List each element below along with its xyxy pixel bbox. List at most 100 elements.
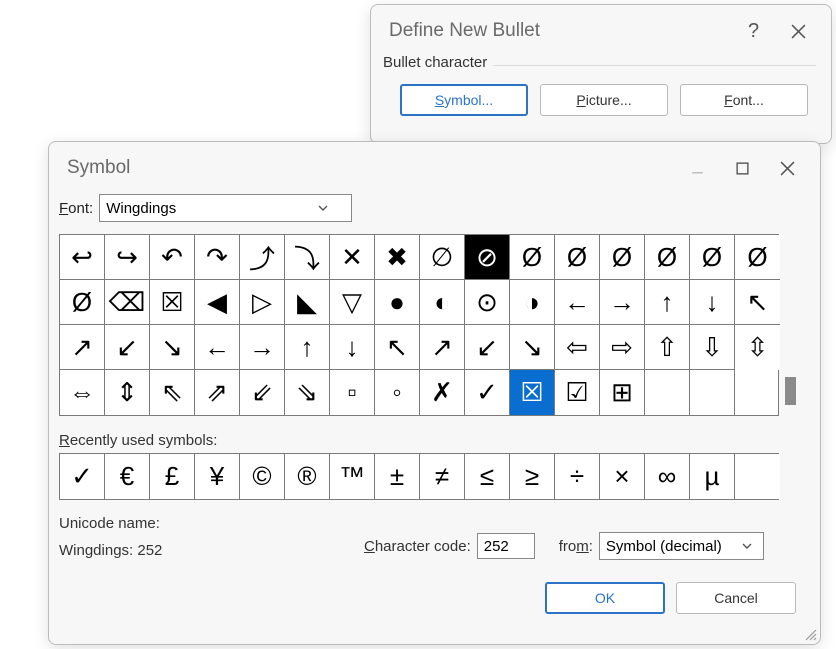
symbol-cell[interactable] <box>690 370 735 415</box>
symbol-cell[interactable]: ✗ <box>420 370 465 415</box>
resize-grip-icon[interactable] <box>803 627 817 641</box>
symbol-cell[interactable]: ⇖ <box>150 370 195 415</box>
bullet-close-button[interactable] <box>776 11 821 51</box>
bullet-help-button[interactable]: ? <box>731 11 776 51</box>
symbol-grid[interactable]: ↩↪↶↷⤴⤵✕✖∅⊘ØØØØØØØ⌫☒◀▷◣▽●◐⊙◑←→↑↓↖↗↙↘←→↑↓↖… <box>60 235 778 415</box>
recent-symbol-cell[interactable]: £ <box>150 454 195 499</box>
symbol-cell[interactable]: ⇔ <box>60 370 105 415</box>
symbol-close-button[interactable] <box>765 148 810 188</box>
symbol-cell[interactable]: ↗ <box>60 325 105 370</box>
symbol-cell[interactable]: ⇩ <box>690 325 735 370</box>
symbol-cell[interactable]: ⇧ <box>645 325 690 370</box>
symbol-cell[interactable]: ⇕ <box>105 370 150 415</box>
symbol-cell[interactable]: ⊘ <box>465 235 510 280</box>
symbol-cell[interactable]: ↘ <box>510 325 555 370</box>
symbol-cell[interactable]: ↙ <box>105 325 150 370</box>
symbol-cell[interactable]: ↩ <box>60 235 105 280</box>
symbol-cell[interactable]: ▫ <box>330 370 375 415</box>
symbol-minimize-button[interactable] <box>675 148 720 188</box>
symbol-cell[interactable]: ◀ <box>195 280 240 325</box>
symbol-button[interactable]: Symbol... <box>400 84 528 116</box>
ok-button[interactable]: OK <box>545 582 665 614</box>
symbol-cell[interactable]: ↶ <box>150 235 195 280</box>
symbol-cell[interactable]: ● <box>375 280 420 325</box>
symbol-cell[interactable]: ⊞ <box>600 370 645 415</box>
chevron-down-icon[interactable] <box>735 533 759 559</box>
recent-symbol-cell[interactable]: © <box>240 454 285 499</box>
cancel-button[interactable]: Cancel <box>676 582 796 614</box>
symbol-cell[interactable]: Ø <box>555 235 600 280</box>
symbol-cell[interactable]: ↙ <box>465 325 510 370</box>
symbol-cell[interactable]: ▽ <box>330 280 375 325</box>
symbol-cell[interactable]: ↖ <box>735 280 780 325</box>
symbol-cell[interactable]: → <box>240 325 285 370</box>
symbol-cell[interactable]: ⤴ <box>240 235 285 280</box>
symbol-cell[interactable] <box>645 370 690 415</box>
font-combo[interactable] <box>99 194 352 222</box>
symbol-grid-scrollthumb[interactable] <box>785 377 796 405</box>
recent-symbol-cell[interactable] <box>735 454 780 499</box>
symbol-cell[interactable]: ⊙ <box>465 280 510 325</box>
symbol-cell[interactable]: → <box>600 280 645 325</box>
symbol-cell[interactable]: ◣ <box>285 280 330 325</box>
symbol-cell[interactable]: Ø <box>510 235 555 280</box>
recent-symbol-cell[interactable]: ® <box>285 454 330 499</box>
symbol-cell[interactable]: Ø <box>600 235 645 280</box>
font-combo-input[interactable] <box>100 195 311 221</box>
recent-symbol-cell[interactable]: ≠ <box>420 454 465 499</box>
symbol-cell[interactable]: ← <box>555 280 600 325</box>
symbol-cell[interactable]: ⇙ <box>240 370 285 415</box>
symbol-cell[interactable]: ✖ <box>375 235 420 280</box>
symbol-cell[interactable]: ✓ <box>465 370 510 415</box>
symbol-cell[interactable]: ☒ <box>510 370 555 415</box>
symbol-cell[interactable]: ↗ <box>420 325 465 370</box>
symbol-cell[interactable]: Ø <box>690 235 735 280</box>
symbol-cell[interactable]: ⇘ <box>285 370 330 415</box>
symbol-cell[interactable]: ↑ <box>285 325 330 370</box>
symbol-cell[interactable]: ← <box>195 325 240 370</box>
chevron-down-icon[interactable] <box>311 195 335 221</box>
recent-symbols-grid[interactable]: ✓€£¥©®™±≠≤≥÷×∞µ <box>59 453 779 500</box>
picture-button[interactable]: Picture... <box>540 84 668 116</box>
symbol-cell[interactable]: ✕ <box>330 235 375 280</box>
symbol-cell[interactable]: ⤵ <box>285 235 330 280</box>
symbol-cell[interactable]: ⇗ <box>195 370 240 415</box>
from-combo[interactable] <box>599 532 764 560</box>
recent-symbol-cell[interactable]: ¥ <box>195 454 240 499</box>
recent-symbol-cell[interactable]: ± <box>375 454 420 499</box>
recent-symbol-cell[interactable]: µ <box>690 454 735 499</box>
recent-symbol-cell[interactable]: ∞ <box>645 454 690 499</box>
symbol-cell[interactable]: Ø <box>735 235 780 280</box>
from-combo-input[interactable] <box>600 533 735 559</box>
symbol-cell[interactable]: ∅ <box>420 235 465 280</box>
symbol-cell[interactable]: ↘ <box>150 325 195 370</box>
symbol-cell[interactable]: ↪ <box>105 235 150 280</box>
symbol-cell[interactable]: ↓ <box>690 280 735 325</box>
symbol-cell[interactable]: ⇦ <box>555 325 600 370</box>
recent-symbol-cell[interactable]: ≤ <box>465 454 510 499</box>
symbol-cell[interactable]: ⌫ <box>105 280 150 325</box>
symbol-cell[interactable]: ⇨ <box>600 325 645 370</box>
recent-symbol-cell[interactable]: ✓ <box>60 454 105 499</box>
symbol-cell[interactable]: ↑ <box>645 280 690 325</box>
symbol-maximize-button[interactable] <box>720 148 765 188</box>
symbol-cell[interactable]: Ø <box>645 235 690 280</box>
symbol-cell[interactable]: Ø <box>60 280 105 325</box>
recent-symbol-cell[interactable]: ≥ <box>510 454 555 499</box>
symbol-cell[interactable]: ◑ <box>510 280 555 325</box>
symbol-cell[interactable]: ↖ <box>375 325 420 370</box>
symbol-cell[interactable]: ⇳ <box>735 325 780 370</box>
symbol-cell[interactable]: ↓ <box>330 325 375 370</box>
font-button[interactable]: Font... <box>680 84 808 116</box>
recent-symbol-cell[interactable]: ™ <box>330 454 375 499</box>
symbol-cell[interactable]: ☒ <box>150 280 195 325</box>
recent-symbol-cell[interactable]: × <box>600 454 645 499</box>
symbol-cell[interactable]: ☑ <box>555 370 600 415</box>
symbol-cell[interactable]: ◐ <box>420 280 465 325</box>
symbol-cell[interactable]: ▷ <box>240 280 285 325</box>
recent-symbol-cell[interactable]: ÷ <box>555 454 600 499</box>
character-code-input[interactable] <box>477 533 535 559</box>
symbol-cell[interactable]: ↷ <box>195 235 240 280</box>
recent-symbol-cell[interactable]: € <box>105 454 150 499</box>
symbol-cell[interactable]: ◦ <box>375 370 420 415</box>
